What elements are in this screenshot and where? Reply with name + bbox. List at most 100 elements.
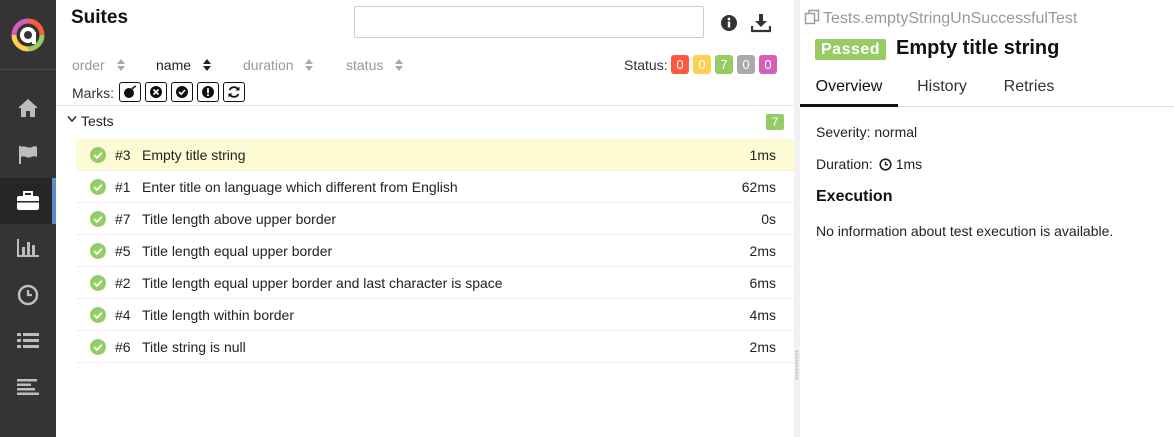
home-icon — [18, 99, 38, 117]
test-row[interactable]: #5 Title length equal upper border 2ms — [76, 235, 794, 267]
sorter-label: name — [156, 57, 192, 73]
mark-filter-new-passed[interactable] — [171, 82, 193, 102]
duration-label: Duration: — [816, 156, 873, 172]
test-title: Title length within border — [142, 307, 295, 323]
allure-logo[interactable] — [0, 0, 56, 70]
sidebar — [0, 0, 56, 437]
sort-by-name[interactable]: name — [156, 57, 211, 73]
test-row[interactable]: #3 Empty title string 1ms — [76, 139, 794, 171]
divider — [56, 105, 794, 106]
sort-by-status[interactable]: status — [346, 57, 404, 73]
tree-group-count-badge: 7 — [766, 114, 784, 130]
sort-icon — [305, 59, 314, 72]
bar-chart-icon — [17, 239, 39, 257]
test-detail-pane: Tests.emptyStringUnSuccessfulTest Passed… — [800, 0, 1174, 437]
passed-status-icon — [90, 243, 106, 259]
test-title: Title length equal upper border — [142, 243, 333, 259]
briefcase-icon — [17, 191, 39, 210]
test-duration: 2ms — [749, 339, 776, 355]
search-input[interactable] — [354, 6, 704, 38]
test-row[interactable]: #6 Title string is null 2ms — [76, 331, 794, 363]
new-failed-icon — [150, 86, 162, 98]
sorter-label: order — [72, 57, 105, 73]
splitter-grip[interactable] — [795, 350, 799, 380]
passed-status-icon — [90, 307, 106, 323]
test-number: #4 — [115, 307, 131, 323]
status-filter-skipped[interactable]: 0 — [737, 55, 755, 74]
status-filter-broken[interactable]: 0 — [693, 55, 711, 74]
tree-group-name: Tests — [81, 113, 114, 129]
sort-ascending-icon — [202, 59, 211, 72]
download-icon — [751, 14, 771, 33]
nav-categories[interactable] — [0, 132, 56, 178]
execution-empty-message: No information about test execution is a… — [816, 223, 1114, 239]
marks-filter-label: Marks: — [72, 85, 114, 101]
test-list: #3 Empty title string 1ms #1 Enter title… — [76, 139, 794, 363]
tab-retries[interactable]: Retries — [993, 70, 1065, 107]
new-passed-icon — [176, 86, 188, 98]
allure-logo-icon — [11, 18, 45, 51]
flaky-icon — [124, 85, 136, 98]
detail-tabs: Overview History Retries — [800, 70, 1174, 107]
test-row[interactable]: #1 Enter title on language which differe… — [76, 171, 794, 203]
test-row[interactable]: #2 Title length equal upper border and l… — [76, 267, 794, 299]
suites-pane: Suites order name duration status Status… — [56, 0, 794, 437]
nav-suites[interactable] — [0, 178, 56, 224]
test-title: Empty title string — [142, 147, 246, 163]
info-icon — [721, 15, 737, 31]
tab-history[interactable]: History — [905, 70, 979, 107]
test-path: Tests.emptyStringUnSuccessfulTest — [804, 9, 1077, 28]
test-duration: 4ms — [749, 307, 776, 323]
nav-packages[interactable] — [0, 364, 56, 410]
passed-status-icon — [90, 147, 106, 163]
test-title: Title length above upper border — [142, 211, 337, 227]
clock-icon — [879, 158, 892, 171]
duration-field: Duration: 1ms — [816, 156, 922, 172]
severity-field: Severity: normal — [816, 124, 918, 140]
nav-behaviors[interactable] — [0, 318, 56, 364]
status-badge: Passed — [815, 39, 887, 60]
status-filter-passed[interactable]: 7 — [715, 55, 733, 74]
sort-by-order[interactable]: order — [72, 57, 125, 73]
mark-filter-flaky[interactable] — [119, 82, 141, 102]
passed-status-icon — [90, 339, 106, 355]
mark-filter-retries[interactable] — [223, 82, 245, 102]
test-duration: 0s — [761, 211, 776, 227]
test-number: #3 — [115, 147, 131, 163]
test-title: Title string is null — [142, 339, 246, 355]
status-filter-failed[interactable]: 0 — [671, 55, 689, 74]
passed-status-icon — [90, 211, 106, 227]
test-number: #7 — [115, 211, 131, 227]
retries-icon — [228, 86, 240, 98]
info-button[interactable] — [718, 12, 740, 34]
test-duration: 2ms — [749, 243, 776, 259]
sorter-label: duration — [243, 57, 294, 73]
passed-status-icon — [90, 275, 106, 291]
mark-filter-new-broken[interactable] — [197, 82, 219, 102]
copy-icon[interactable] — [804, 9, 820, 25]
nav-timeline[interactable] — [0, 272, 56, 318]
test-number: #5 — [115, 243, 131, 259]
test-number: #1 — [115, 179, 131, 195]
sorter-label: status — [346, 57, 384, 73]
allure-report-app: Suites order name duration status Status… — [0, 0, 1174, 437]
nav-graphs[interactable] — [0, 225, 56, 271]
test-number: #6 — [115, 339, 131, 355]
list-icon — [17, 333, 39, 348]
download-button[interactable] — [750, 12, 772, 34]
clock-icon — [17, 284, 39, 306]
test-row[interactable]: #7 Title length above upper border 0s — [76, 203, 794, 235]
test-row[interactable]: #4 Title length within border 4ms — [76, 299, 794, 331]
page-title: Suites — [71, 7, 129, 28]
sort-icon — [116, 59, 125, 72]
mark-filter-new-failed[interactable] — [145, 82, 167, 102]
status-filter-label: Status: — [624, 57, 668, 73]
sort-by-duration[interactable]: duration — [243, 57, 314, 73]
tab-overview[interactable]: Overview — [800, 70, 898, 107]
nav-overview[interactable] — [0, 85, 56, 131]
test-title: Title length equal upper border and last… — [142, 275, 503, 291]
status-filter-unknown[interactable]: 0 — [759, 55, 777, 74]
test-full-name: Tests.emptyStringUnSuccessfulTest — [823, 10, 1078, 27]
test-number: #2 — [115, 275, 131, 291]
tree-group-header[interactable]: Tests 7 — [64, 108, 786, 136]
